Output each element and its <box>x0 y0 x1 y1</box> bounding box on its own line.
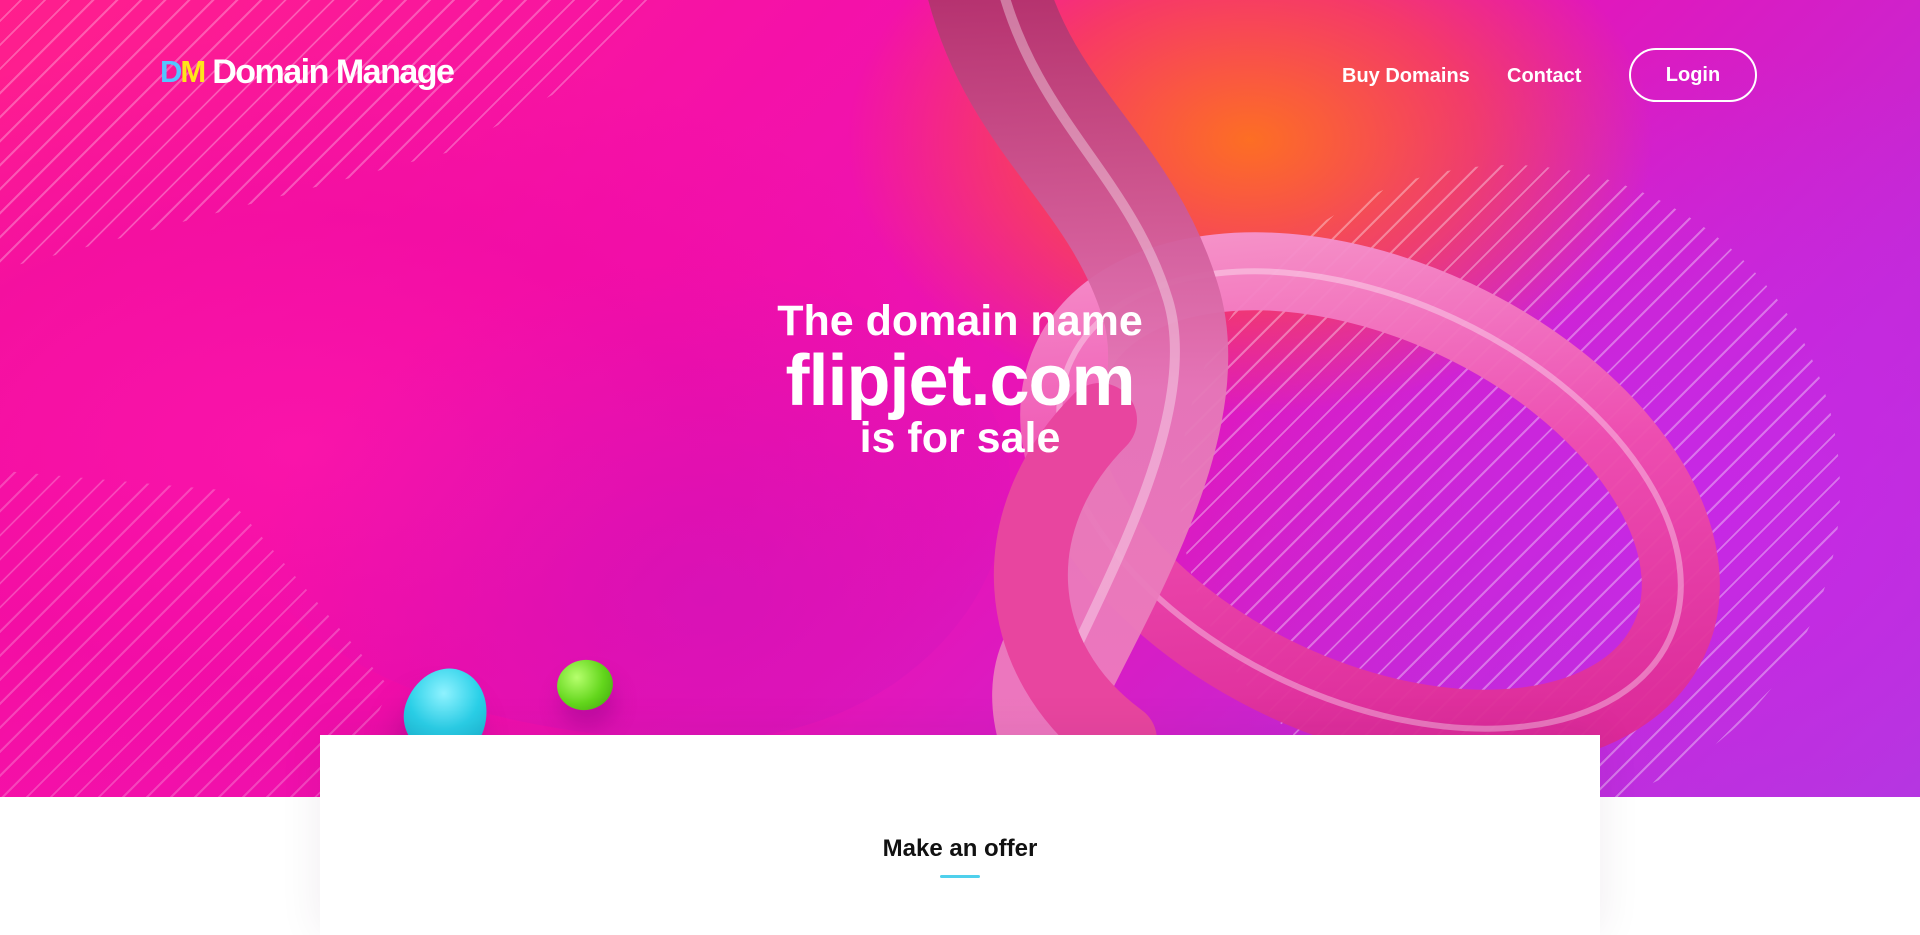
hero-domain-name: flipjet.com <box>785 341 1135 421</box>
site-logo[interactable]: DM Domain Manage <box>160 52 455 92</box>
nav-link-buy-domains[interactable]: Buy Domains <box>1342 48 1470 104</box>
hero-stripe-pattern-right <box>1180 165 1840 797</box>
nav-link-contact[interactable]: Contact <box>1507 48 1581 104</box>
hero-heading-line3: is for sale <box>859 414 1061 462</box>
logo-mark-icon: DM <box>160 54 206 89</box>
site-header: DM Domain Manage Buy Domains Contact Log… <box>0 0 1920 150</box>
logo-mark-d: D <box>160 54 182 89</box>
logo-mark-m: M <box>180 54 206 89</box>
make-offer-title: Make an offer <box>882 835 1038 862</box>
green-candy-decoration <box>553 655 617 715</box>
logo-text: Domain Manage <box>212 53 455 91</box>
login-button[interactable]: Login <box>1629 48 1757 102</box>
title-underline-accent <box>940 875 980 878</box>
make-offer-card: Make an offer <box>320 735 1600 935</box>
